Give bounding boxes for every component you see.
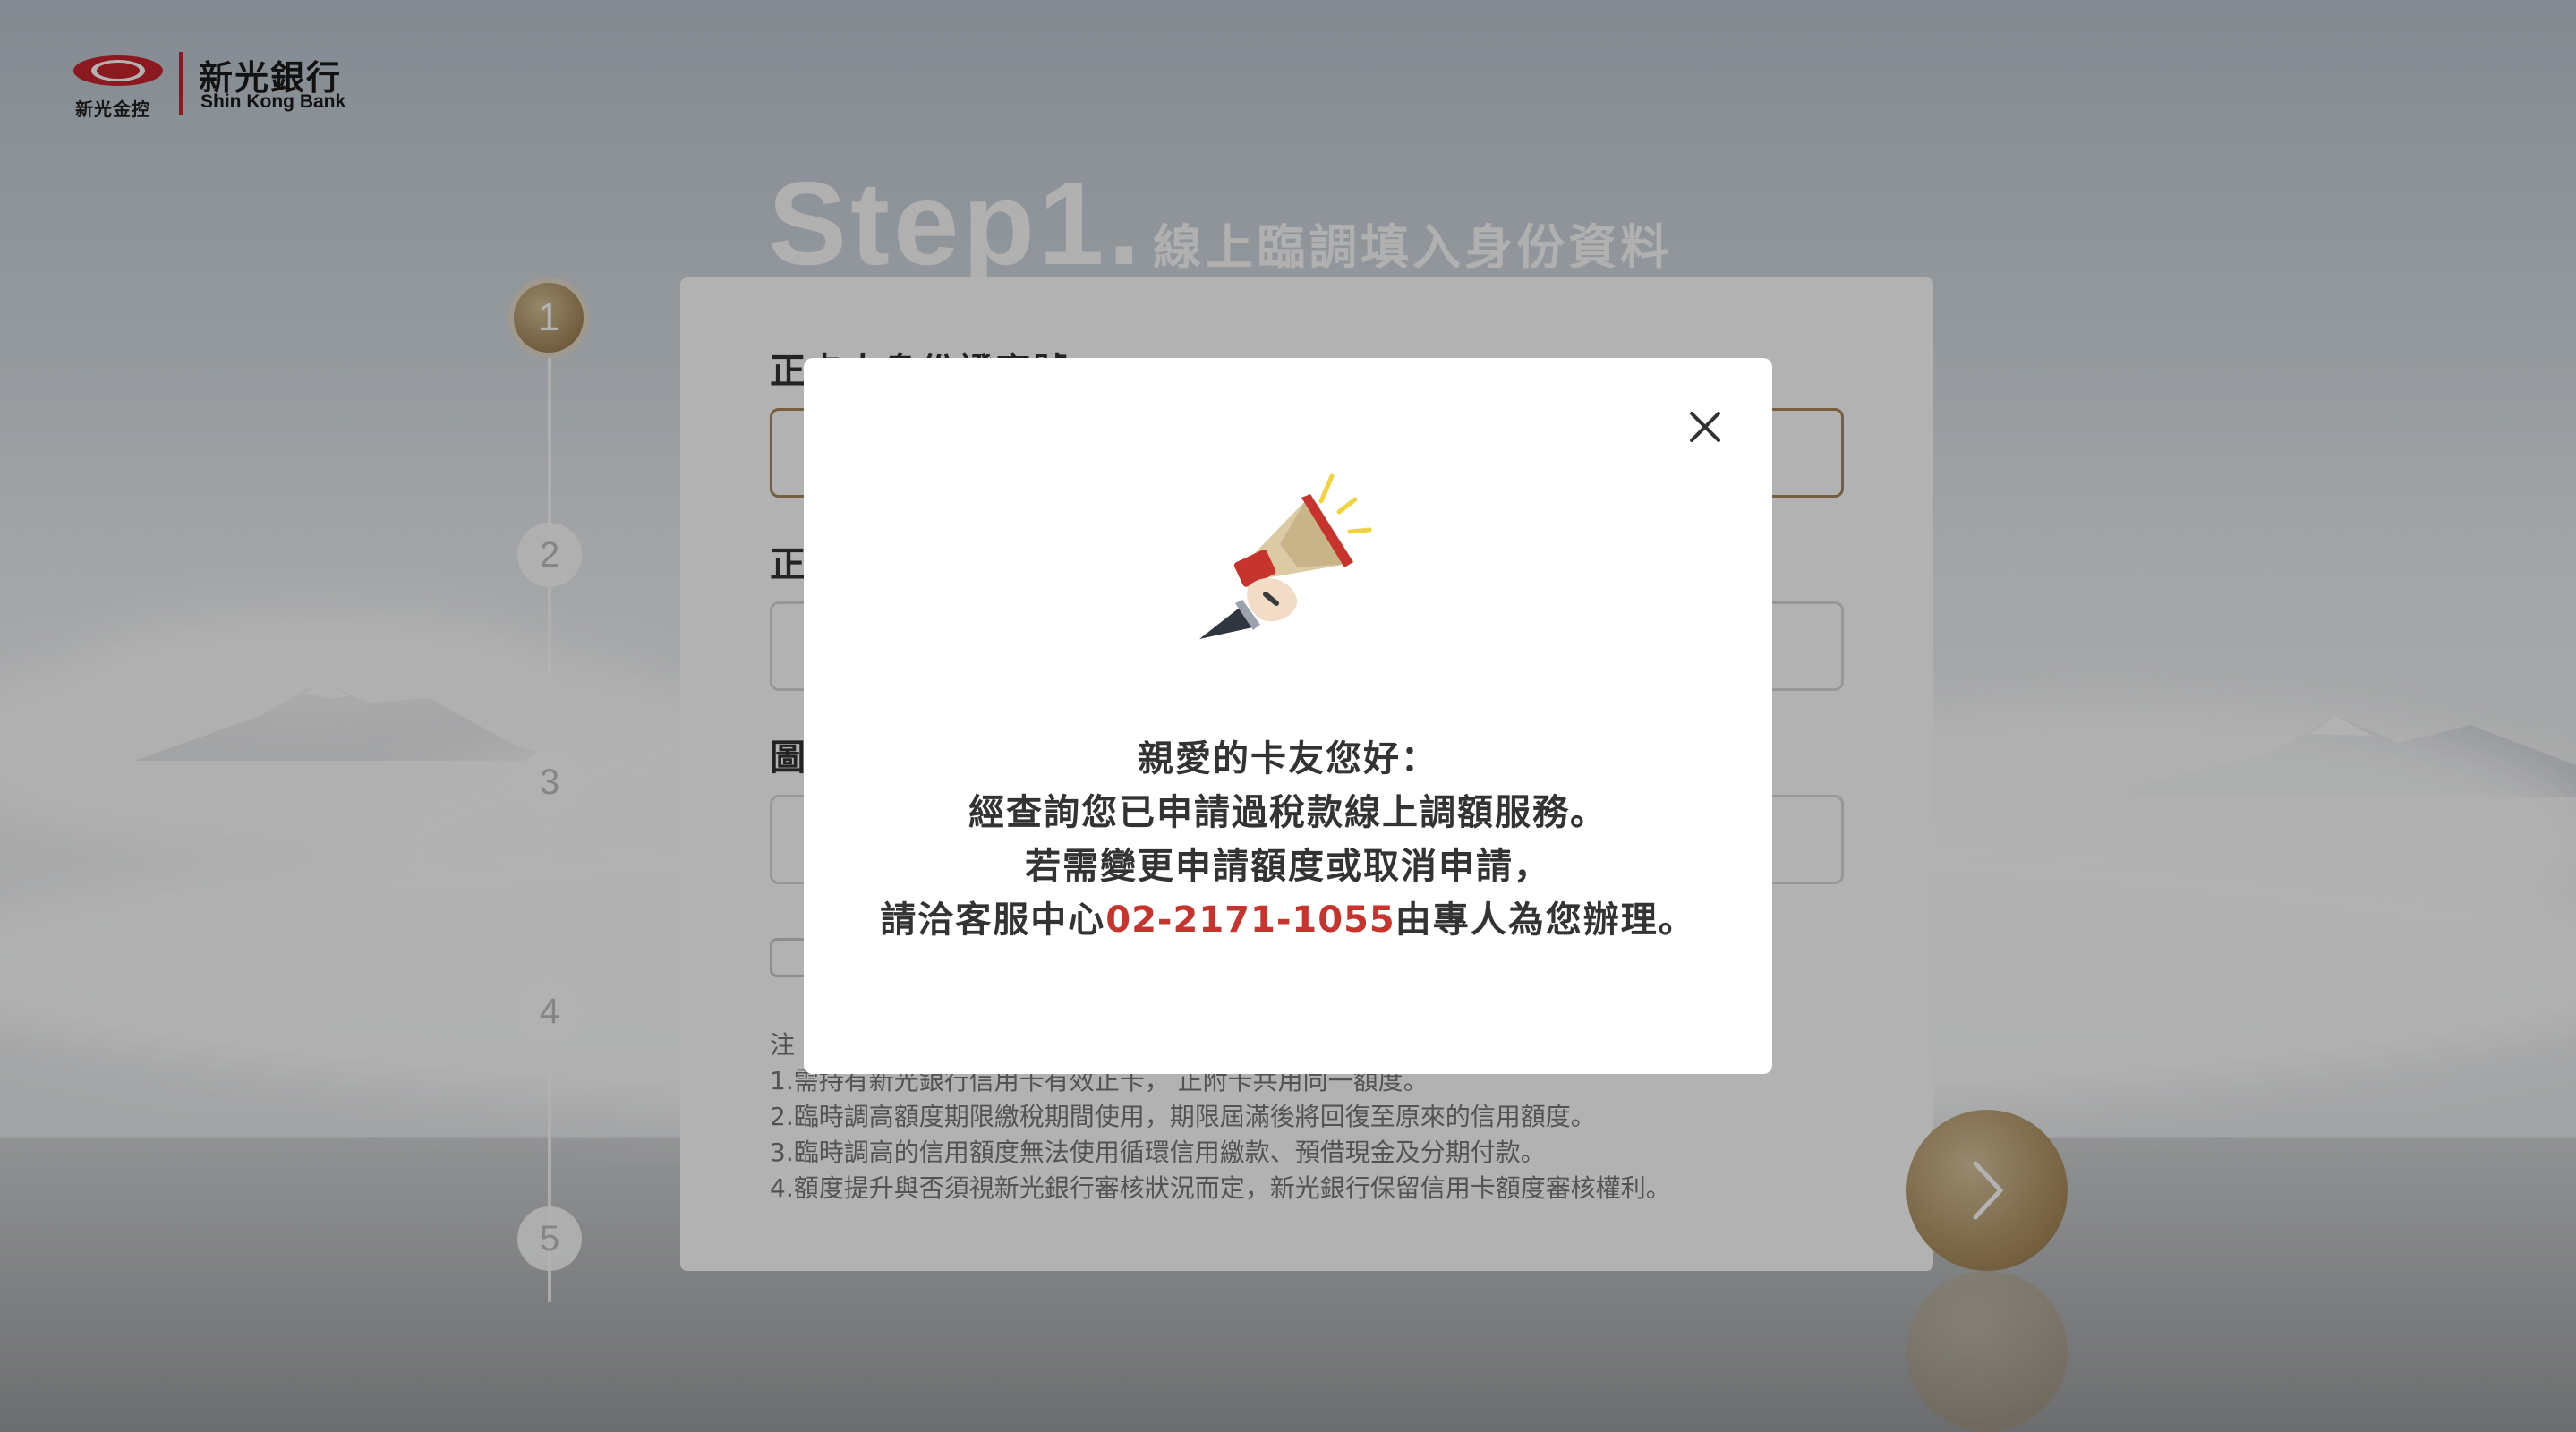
service-phone-link[interactable]: 02-2171-1055 — [1105, 899, 1395, 941]
message-line-2: 經查詢您已申請過稅款線上調額服務。 — [968, 792, 1608, 833]
greeting-line: 親愛的卡友您好： — [1138, 738, 1438, 780]
close-icon[interactable] — [1683, 405, 1727, 449]
message-line-3: 若需變更申請額度或取消申請， — [1025, 846, 1551, 887]
megaphone-icon — [1199, 473, 1372, 639]
contact-prefix: 請洽客服中心 — [880, 899, 1106, 941]
notice-modal: 親愛的卡友您好： 經查詢您已申請過稅款線上調額服務。 若需變更申請額度或取消申請… — [804, 358, 1772, 1074]
contact-suffix: 由專人為您辦理。 — [1395, 899, 1696, 941]
message-line-4: 請洽客服中心02-2171-1055由專人為您辦理。 — [804, 893, 1772, 947]
notice-message: 親愛的卡友您好： 經查詢您已申請過稅款線上調額服務。 若需變更申請額度或取消申請… — [804, 732, 1772, 947]
